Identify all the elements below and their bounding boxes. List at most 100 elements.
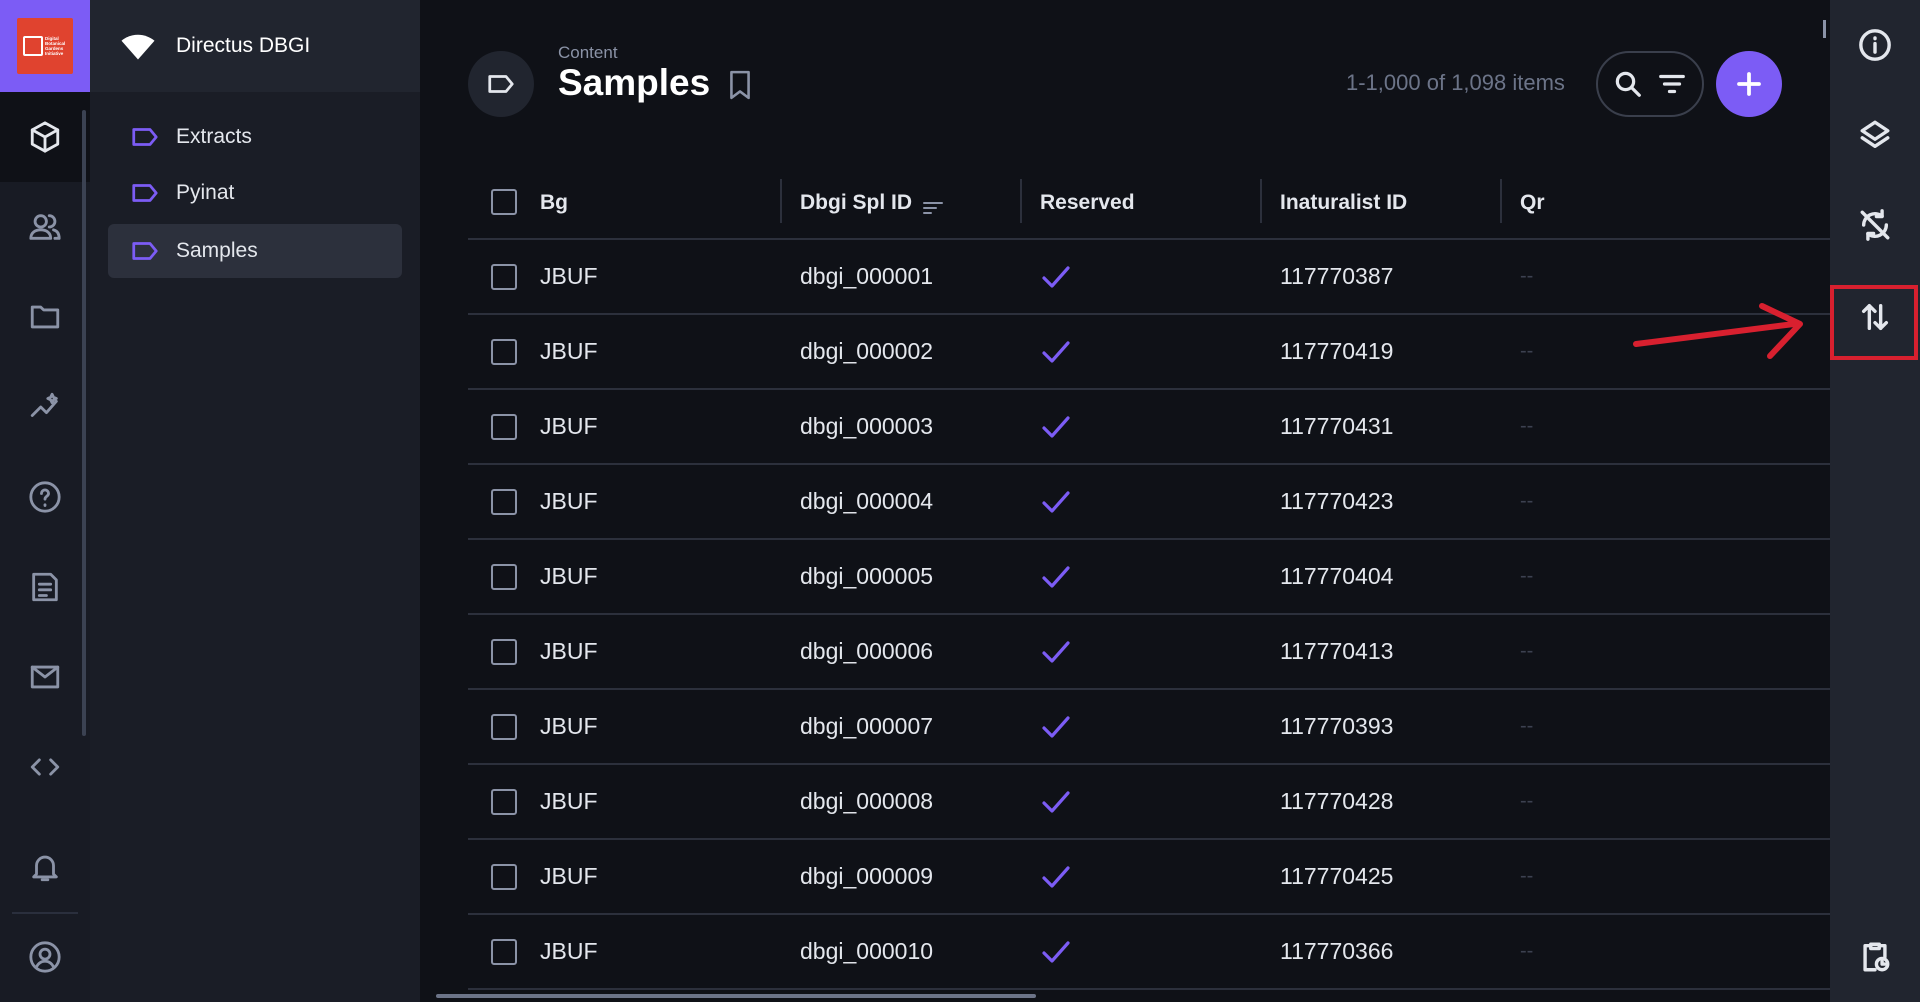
check-icon (1042, 940, 1070, 963)
items-table: Bg Dbgi Spl ID Reserved Inaturalist ID Q… (468, 165, 1830, 990)
check-icon (1042, 640, 1070, 663)
cell-bg: JBUF (540, 788, 598, 814)
module-notifications[interactable] (0, 822, 90, 912)
table-row[interactable]: JBUF dbgi_000002 117770419 -- (468, 315, 1830, 390)
cell-bg: JBUF (540, 338, 598, 364)
cell-spl-id: dbgi_000009 (800, 863, 934, 889)
cell-reserved (1040, 390, 1072, 463)
cell-spl-id: dbgi_000001 (800, 263, 934, 289)
layers-icon (1860, 120, 1890, 149)
user-circle-icon (29, 941, 61, 973)
search-filter-button[interactable] (1596, 51, 1704, 117)
check-icon (1042, 265, 1070, 288)
sidebar-layout-button[interactable] (1830, 90, 1920, 180)
select-all-checkbox[interactable] (491, 189, 517, 215)
mail-icon (30, 665, 60, 689)
column-header-bg[interactable]: Bg (540, 165, 568, 240)
module-bar: Digital Botanical Gardens Initiative (0, 0, 90, 1002)
module-settings[interactable] (0, 722, 90, 812)
create-item-button[interactable] (1716, 51, 1782, 117)
horizontal-scrollbar[interactable] (436, 994, 1036, 998)
table-row[interactable]: JBUF dbgi_000001 117770387 -- (468, 240, 1830, 315)
project-header[interactable]: Directus DBGI (90, 0, 420, 92)
table-row[interactable]: JBUF dbgi_000010 117770366 -- (468, 915, 1830, 990)
cell-qr: -- (1520, 490, 1534, 512)
row-checkbox[interactable] (491, 864, 517, 890)
check-icon (1042, 340, 1070, 363)
cell-inat-id: 117770428 (1280, 788, 1394, 814)
column-header-inat-id[interactable]: Inaturalist ID (1260, 165, 1407, 240)
sync-disabled-icon (1860, 209, 1890, 241)
row-checkbox[interactable] (491, 264, 517, 290)
table-row[interactable]: JBUF dbgi_000008 117770428 -- (468, 765, 1830, 840)
table-body: JBUF dbgi_000001 117770387 -- JBUF dbgi_00000… (468, 240, 1830, 990)
module-mail[interactable] (0, 632, 90, 722)
table-row[interactable]: JBUF dbgi_000006 117770413 -- (468, 615, 1830, 690)
cell-bg: JBUF (540, 863, 598, 889)
module-files[interactable] (0, 272, 90, 362)
table-row[interactable]: JBUF dbgi_000005 117770404 -- (468, 540, 1830, 615)
item-count: 1-1,000 of 1,098 items (1346, 70, 1565, 95)
logo-image: Digital Botanical Gardens Initiative (17, 18, 73, 74)
row-checkbox[interactable] (491, 489, 517, 515)
column-header-qr[interactable]: Qr (1500, 165, 1545, 240)
sidebar-revisions-button[interactable] (1830, 912, 1920, 1002)
module-users[interactable] (0, 182, 90, 272)
nav-item-label: Samples (176, 239, 258, 262)
clipboard-clock-icon (1863, 942, 1890, 972)
label-icon (488, 75, 514, 93)
project-logo[interactable]: Digital Botanical Gardens Initiative (0, 0, 90, 92)
cell-spl-id: dbgi_000008 (800, 788, 934, 814)
label-icon (132, 128, 158, 146)
nav-item-samples[interactable]: Samples (108, 224, 402, 278)
cell-inat-id: 117770413 (1280, 638, 1394, 664)
cell-qr: -- (1520, 640, 1534, 662)
cell-qr: -- (1520, 565, 1534, 587)
check-icon (1042, 565, 1070, 588)
bookmark-icon[interactable] (727, 70, 753, 100)
cell-qr: -- (1520, 940, 1534, 962)
nav-item-extracts[interactable]: Extracts (108, 110, 402, 164)
table-row[interactable]: JBUF dbgi_000003 117770431 -- (468, 390, 1830, 465)
column-header-spl-id[interactable]: Dbgi Spl ID (780, 165, 944, 240)
module-help[interactable] (0, 452, 90, 542)
cell-inat-id: 117770393 (1280, 713, 1394, 739)
module-docs[interactable] (0, 542, 90, 632)
row-checkbox[interactable] (491, 564, 517, 590)
cell-spl-id: dbgi_000010 (800, 938, 934, 964)
cell-inat-id: 117770387 (1280, 263, 1394, 289)
column-label: Reserved (1040, 190, 1135, 214)
annotation-arrow-icon (1633, 303, 1803, 359)
table-row[interactable]: JBUF dbgi_000004 117770423 -- (468, 465, 1830, 540)
sidebar-info-button[interactable] (1830, 0, 1920, 90)
check-icon (1042, 790, 1070, 813)
column-header-reserved[interactable]: Reserved (1020, 165, 1135, 240)
cell-bg: JBUF (540, 263, 598, 289)
sidebar-resize-handle[interactable] (1823, 20, 1826, 38)
check-icon (1042, 715, 1070, 738)
cell-bg: JBUF (540, 488, 598, 514)
nav-item-pyinat[interactable]: Pyinat (108, 166, 402, 220)
row-checkbox[interactable] (491, 639, 517, 665)
help-icon (29, 481, 61, 513)
module-content[interactable] (0, 92, 90, 182)
table-row[interactable]: JBUF dbgi_000009 117770425 -- (468, 840, 1830, 915)
row-checkbox[interactable] (491, 789, 517, 815)
module-insights[interactable] (0, 362, 90, 452)
collection-icon-button[interactable] (468, 51, 534, 117)
filter-icon (1659, 74, 1685, 94)
cell-bg: JBUF (540, 413, 598, 439)
sidebar-flows-button[interactable] (1830, 180, 1920, 270)
module-profile[interactable] (0, 912, 90, 1002)
table-row[interactable]: JBUF dbgi_000007 117770393 -- (468, 690, 1830, 765)
cell-inat-id: 117770366 (1280, 938, 1394, 964)
row-checkbox[interactable] (491, 939, 517, 965)
row-checkbox[interactable] (491, 339, 517, 365)
cell-reserved (1040, 315, 1072, 388)
row-checkbox[interactable] (491, 714, 517, 740)
module-scrollbar[interactable] (82, 110, 86, 736)
breadcrumb[interactable]: Content (558, 43, 618, 63)
sort-icon (922, 196, 944, 214)
cell-bg: JBUF (540, 938, 598, 964)
row-checkbox[interactable] (491, 414, 517, 440)
